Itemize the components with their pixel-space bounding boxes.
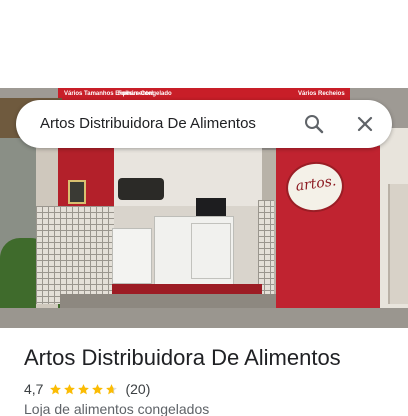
star-icon bbox=[78, 383, 90, 394]
star-icon bbox=[50, 383, 62, 394]
place-title[interactable]: Artos Distribuidora De Alimentos bbox=[24, 344, 341, 372]
top-blank-area bbox=[0, 0, 408, 88]
star-icon bbox=[92, 383, 104, 394]
banner-text: Vários Recheios bbox=[298, 91, 345, 97]
rating-stars bbox=[49, 383, 119, 396]
rating-row[interactable]: 4,7 (20) bbox=[24, 380, 150, 398]
tiled-wall bbox=[36, 206, 114, 304]
rating-value: 4,7 bbox=[24, 381, 44, 397]
star-icon bbox=[64, 383, 76, 394]
floor-step bbox=[112, 284, 262, 294]
freezer-lid bbox=[191, 223, 231, 279]
small-sign bbox=[68, 180, 86, 204]
banner-text: Folha e Congelado bbox=[118, 91, 172, 97]
freezer bbox=[112, 228, 152, 284]
sidewalk bbox=[0, 308, 408, 328]
place-category: Loja de alimentos congelados bbox=[24, 401, 210, 416]
tv-screen bbox=[196, 198, 226, 218]
search-icon[interactable] bbox=[302, 112, 326, 136]
review-count[interactable]: (20) bbox=[125, 381, 150, 397]
neighbor-door bbox=[388, 184, 408, 304]
star-icon bbox=[106, 383, 118, 394]
interior-logo-board bbox=[118, 178, 164, 200]
freezer bbox=[154, 216, 234, 286]
search-input[interactable]: Artos Distribuidora De Alimentos bbox=[40, 100, 256, 148]
search-bar[interactable]: Artos Distribuidora De Alimentos bbox=[16, 100, 392, 148]
close-icon[interactable] bbox=[353, 112, 377, 136]
